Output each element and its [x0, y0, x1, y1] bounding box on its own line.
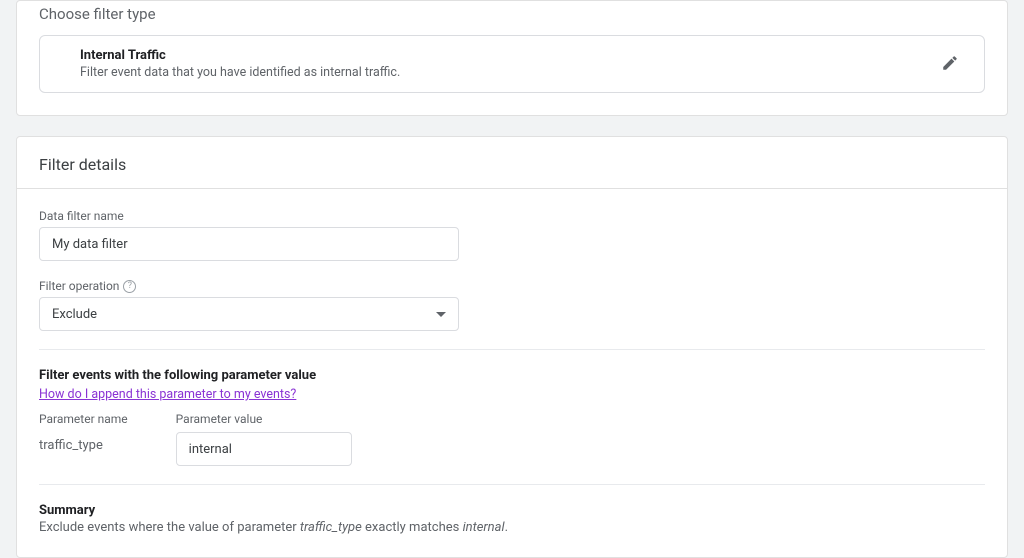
- parameter-name-value: traffic_type: [39, 432, 128, 453]
- filter-details-panel: Filter details Data filter name Filter o…: [16, 136, 1008, 558]
- filter-details-title: Filter details: [39, 155, 985, 174]
- parameter-name-col: Parameter name traffic_type: [39, 412, 128, 466]
- filter-operation-block: Filter operation ? Exclude: [39, 279, 985, 331]
- choose-filter-type-panel: Choose filter type Internal Traffic Filt…: [16, 0, 1008, 116]
- edit-filter-type-button[interactable]: [934, 48, 966, 80]
- choose-filter-type-title: Choose filter type: [39, 5, 985, 23]
- help-icon[interactable]: ?: [123, 280, 136, 293]
- filter-name-block: Data filter name: [39, 209, 985, 261]
- append-parameter-help-link[interactable]: How do I append this parameter to my eve…: [39, 387, 296, 402]
- filter-type-card-description: Filter event data that you have identifi…: [80, 65, 400, 80]
- filter-events-block: Filter events with the following paramet…: [39, 368, 985, 466]
- summary-title: Summary: [39, 503, 985, 518]
- parameter-value-col: Parameter value: [176, 412, 352, 466]
- summary-block: Summary Exclude events where the value o…: [39, 503, 985, 535]
- parameter-value-input[interactable]: [176, 432, 352, 466]
- filter-operation-label: Filter operation ?: [39, 279, 985, 293]
- filter-details-body: Data filter name Filter operation ? Excl…: [17, 189, 1007, 557]
- filter-events-heading: Filter events with the following paramet…: [39, 368, 985, 383]
- parameter-row: Parameter name traffic_type Parameter va…: [39, 412, 985, 466]
- filter-name-label: Data filter name: [39, 209, 985, 223]
- filter-name-input[interactable]: [39, 227, 459, 261]
- chevron-down-icon: [436, 312, 446, 317]
- filter-type-card-title: Internal Traffic: [80, 48, 400, 63]
- filter-type-card[interactable]: Internal Traffic Filter event data that …: [39, 35, 985, 93]
- parameter-name-label: Parameter name: [39, 412, 128, 426]
- filter-operation-select[interactable]: Exclude: [39, 297, 459, 331]
- summary-text: Exclude events where the value of parame…: [39, 520, 985, 535]
- divider: [39, 349, 985, 350]
- parameter-value-label: Parameter value: [176, 412, 352, 426]
- filter-details-header: Filter details: [17, 137, 1007, 189]
- filter-operation-value: Exclude: [52, 307, 97, 322]
- filter-type-card-text: Internal Traffic Filter event data that …: [80, 48, 400, 80]
- divider: [39, 484, 985, 485]
- pencil-icon: [941, 54, 959, 75]
